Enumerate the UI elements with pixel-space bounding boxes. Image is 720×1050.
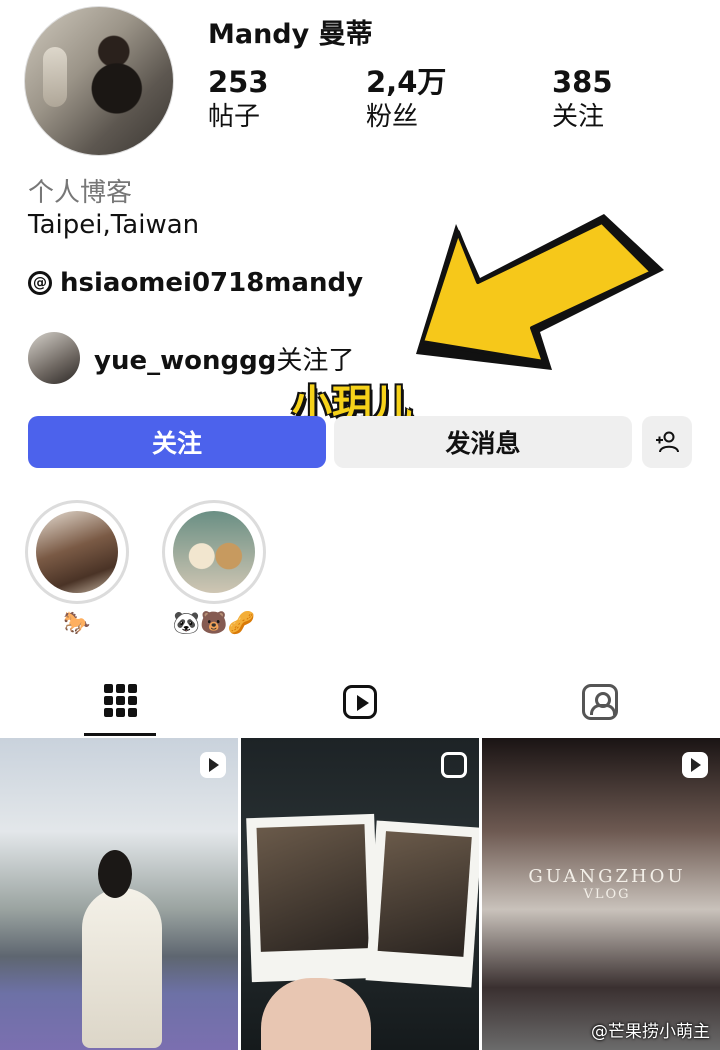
post-photo-hand [261,978,371,1050]
highlight-cover [173,511,255,593]
profile-avatar[interactable] [24,6,174,156]
posts-count: 253 [208,65,269,99]
message-button[interactable]: 发消息 [334,416,632,468]
grid-icon [103,684,137,717]
polaroid-photo [246,813,380,983]
reel-icon [200,752,226,778]
reels-icon [343,685,377,719]
story-highlight[interactable]: 🐼🐻🥜 [162,500,266,638]
reel-icon [682,752,708,778]
followers-count: 2,4万 [366,65,447,99]
post-photo-figure [82,888,162,1048]
following-count: 385 [552,65,613,99]
story-highlight[interactable]: 🐎 [25,500,129,638]
following-label: 关注 [552,102,605,132]
followed-by-text: yue_wonggg关注了 [94,340,354,377]
threads-handle: hsiaomei0718mandy [60,268,364,298]
posts-label: 帖子 [208,102,261,132]
highlight-cover [36,511,118,593]
followers-stat[interactable]: 2,4万 粉丝 [366,64,446,134]
post-overlay-subtitle: VLOG [583,887,631,902]
followers-label: 粉丝 [366,102,419,132]
tagged-icon [582,684,618,720]
post-thumbnail[interactable] [241,738,479,1050]
threads-icon: @ [28,271,52,295]
tab-posts-grid[interactable] [84,668,156,736]
post-thumbnail[interactable]: GUANGZHOU VLOG @芒果捞小萌主 [482,738,720,1050]
avatar-photo-detail [43,47,67,107]
followed-by-suffix: 关注了 [276,345,355,376]
profile-username: Mandy 曼蒂 [208,19,373,50]
threads-link[interactable]: @ hsiaomei0718mandy [28,268,363,298]
polaroid-photo [365,820,479,988]
carousel-icon [441,752,467,778]
source-credit: @芒果捞小萌主 [591,1022,710,1042]
post-overlay-title: GUANGZHOU [528,866,686,887]
posts-stat[interactable]: 253 帖子 [208,64,269,134]
tab-tagged[interactable] [564,668,636,736]
following-stat[interactable]: 385 关注 [552,64,613,134]
follower-username: yue_wonggg [94,345,277,376]
highlight-ring [162,500,266,604]
highlight-caption: 🐎 [63,611,91,636]
post-photo-figure-head [98,850,132,898]
post-thumbnail[interactable] [0,738,238,1050]
highlight-ring [25,500,129,604]
add-person-button[interactable] [642,416,692,468]
profile-tabs [0,668,720,736]
post-overlay-text: GUANGZHOU VLOG [522,868,692,904]
profile-location: Taipei,Taiwan [28,210,200,240]
tab-reels[interactable] [324,668,396,736]
profile-category: 个人博客 [28,178,133,208]
follow-button[interactable]: 关注 [28,416,326,468]
highlight-caption: 🐼🐻🥜 [172,611,256,636]
follower-avatar [28,332,80,384]
add-person-icon [656,431,679,453]
annotation-arrow-icon [416,214,664,370]
